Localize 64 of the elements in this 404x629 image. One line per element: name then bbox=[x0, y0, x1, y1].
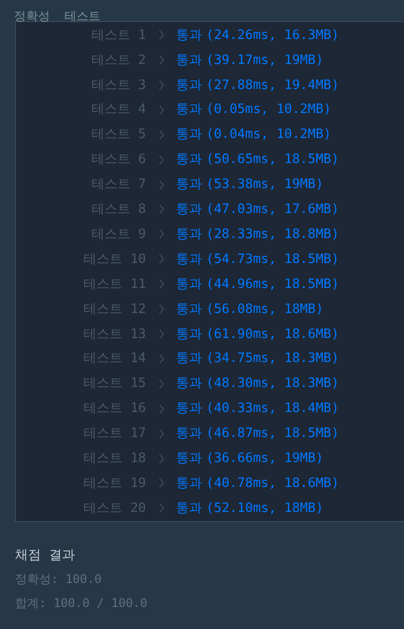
result-status: 통과 bbox=[176, 201, 202, 220]
result-status: 통과 bbox=[176, 151, 202, 170]
result-status: 통과 bbox=[176, 450, 202, 468]
chevron-icon bbox=[158, 329, 164, 340]
result-status: 통과 bbox=[176, 76, 202, 95]
result-detail: (0.05ms, 10.2MB) bbox=[206, 101, 332, 120]
result-detail: (27.88ms, 19.4MB) bbox=[206, 76, 340, 95]
result-detail: (47.03ms, 17.6MB) bbox=[206, 201, 340, 220]
result-detail: (40.33ms, 18.4MB) bbox=[206, 400, 340, 418]
result-status: 통과 bbox=[176, 276, 202, 294]
chevron-icon bbox=[158, 204, 164, 214]
result-detail: (48.30ms, 18.3MB) bbox=[206, 375, 340, 394]
chevron-icon bbox=[158, 304, 164, 314]
result-detail: (44.96ms, 18.5MB) bbox=[206, 276, 340, 294]
result-status: 통과 bbox=[176, 101, 202, 120]
result-detail: (28.33ms, 18.8MB) bbox=[206, 226, 340, 244]
result-status: 통과 bbox=[176, 375, 202, 394]
result-detail: (50.65ms, 18.5MB) bbox=[206, 151, 340, 170]
chevron-icon bbox=[158, 428, 164, 439]
result-status: 통과 bbox=[176, 176, 202, 194]
result-detail: (46.87ms, 18.5MB) bbox=[206, 425, 340, 444]
result-detail: (40.78ms, 18.6MB) bbox=[206, 475, 340, 494]
result-status: 통과 bbox=[176, 226, 202, 244]
section-title: 정확성 테스트 bbox=[14, 9, 100, 23]
result-detail: (61.90ms, 18.6MB) bbox=[206, 326, 340, 344]
result-detail: (24.26ms, 16.3MB) bbox=[206, 26, 340, 45]
chevron-icon bbox=[158, 254, 164, 264]
chevron-icon bbox=[158, 229, 164, 240]
result-status: 통과 bbox=[176, 300, 202, 319]
chevron-icon bbox=[158, 80, 164, 90]
result-detail: (53.38ms, 19MB) bbox=[206, 176, 324, 194]
summary-line: 정확성: 100.0 bbox=[15, 571, 103, 588]
summary-line: 합계: 100.0 / 100.0 bbox=[15, 595, 148, 612]
result-status: 통과 bbox=[176, 250, 202, 269]
result-detail: (0.04ms, 10.2MB) bbox=[206, 126, 332, 144]
result-detail: (56.08ms, 18MB) bbox=[206, 300, 324, 319]
result-detail: (39.17ms, 19MB) bbox=[206, 52, 324, 70]
result-status: 통과 bbox=[176, 400, 202, 418]
result-status: 통과 bbox=[176, 425, 202, 444]
result-status: 통과 bbox=[176, 52, 202, 70]
result-status: 통과 bbox=[176, 126, 202, 144]
chevron-icon bbox=[158, 378, 164, 389]
result-detail: (36.66ms, 19MB) bbox=[206, 450, 324, 468]
result-status: 통과 bbox=[176, 350, 202, 368]
chevron-icon bbox=[158, 478, 164, 488]
result-detail: (54.73ms, 18.5MB) bbox=[206, 250, 340, 269]
chevron-icon bbox=[158, 104, 164, 115]
result-status: 통과 bbox=[176, 500, 202, 518]
chevron-icon bbox=[158, 354, 164, 364]
chevron-icon bbox=[158, 154, 164, 165]
chevron-icon bbox=[158, 130, 164, 140]
chevron-icon bbox=[158, 404, 164, 414]
result-detail: (34.75ms, 18.3MB) bbox=[206, 350, 340, 368]
chevron-icon bbox=[158, 30, 164, 40]
chevron-icon bbox=[158, 503, 164, 514]
chevron-icon bbox=[158, 55, 164, 66]
result-status: 통과 bbox=[176, 26, 202, 45]
result-detail: (52.10ms, 18MB) bbox=[206, 500, 324, 518]
chevron-icon bbox=[158, 279, 164, 290]
result-status: 통과 bbox=[176, 475, 202, 494]
summary-title: 채점 결과 bbox=[15, 547, 76, 565]
result-status: 통과 bbox=[176, 326, 202, 344]
chevron-icon bbox=[158, 454, 164, 464]
chevron-icon bbox=[158, 180, 164, 190]
